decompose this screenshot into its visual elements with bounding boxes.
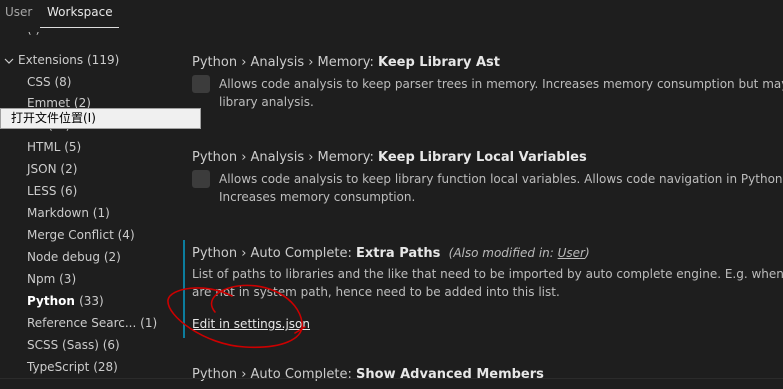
toc-item-label: Reference Searc...	[27, 316, 137, 330]
toc-item-count: (28)	[93, 360, 118, 374]
setting-title: Python › Auto Complete: Show Advanced Me…	[192, 366, 783, 384]
setting-key: Show Advanced Members	[356, 367, 544, 382]
setting-title: Python › Analysis › Memory: Keep Library…	[192, 54, 783, 72]
toc-item-count: (6)	[102, 338, 120, 352]
setting-description-line: Increases memory consumption.	[219, 190, 416, 204]
setting-title: Python › Analysis › Memory: Keep Library…	[192, 149, 783, 167]
toc-item-count: (2)	[60, 162, 78, 176]
setting-checkbox[interactable]	[192, 75, 210, 93]
toc-item-count: (2)	[103, 250, 121, 264]
toc-item-count: (119)	[87, 53, 120, 67]
toc-item-label: Python	[27, 294, 75, 308]
setting-description-line: are not in system path, hence need to be…	[192, 285, 560, 299]
setting-key: Keep Library Ast	[378, 55, 500, 70]
toc-item-merge-conflict[interactable]: Merge Conflict (4)	[27, 227, 135, 243]
also-modified-note: (Also modified in: User)	[449, 246, 590, 260]
setting-title: Python › Auto Complete: Extra Paths (Als…	[192, 244, 783, 263]
toc-item-reference-search[interactable]: Reference Searc... (1)	[27, 315, 157, 331]
toc-item-npm[interactable]: Npm (3)	[27, 271, 76, 287]
also-modified-prefix: (Also modified in:	[448, 246, 558, 260]
toc-item-label: LESS	[27, 184, 57, 198]
also-modified-suffix: )	[584, 246, 590, 260]
setting-checkbox[interactable]	[192, 170, 210, 188]
toc-item-less[interactable]: LESS (6)	[27, 183, 77, 199]
setting-keep-library-ast: Python › Analysis › Memory: Keep Library…	[192, 54, 783, 111]
settings-scope-tabs: User Workspace	[0, 0, 783, 28]
setting-category: Python › Analysis › Memory:	[192, 55, 378, 70]
setting-description-line: List of paths to libraries and the like …	[192, 267, 783, 281]
toc-item-count: (1)	[140, 316, 158, 330]
tab-user[interactable]: User	[5, 3, 32, 21]
context-menu-item-open-file-location[interactable]: 打开文件位置(I)	[0, 108, 201, 129]
toc-item-label: SCSS (Sass)	[27, 338, 99, 352]
setting-category: Python › Auto Complete:	[192, 246, 357, 261]
setting-show-advanced-members: Python › Auto Complete: Show Advanced Me…	[192, 366, 783, 384]
toc-item-count: (4)	[117, 228, 135, 242]
toc-item-count: (1)	[92, 206, 110, 220]
setting-description-line: Allows code analysis to keep library fun…	[219, 172, 783, 186]
settings-list: Python › Analysis › Memory: Keep Library…	[178, 28, 783, 389]
setting-extra-paths: Python › Auto Complete: Extra Paths (Als…	[192, 244, 783, 333]
setting-category: Python › Auto Complete:	[192, 367, 357, 382]
toc-item-typescript[interactable]: TypeScript (28)	[27, 359, 118, 375]
setting-description-line: library analysis.	[219, 95, 314, 109]
toc-item-count: (33)	[79, 294, 104, 308]
toc-item-count: (6)	[60, 184, 78, 198]
setting-key: Keep Library Local Variables	[378, 150, 587, 165]
setting-description-line: Allows code analysis to keep parser tree…	[219, 77, 783, 91]
toc-item-label: CSS	[27, 75, 51, 89]
also-modified-user-link[interactable]: User	[558, 246, 585, 260]
edit-in-settings-json-link[interactable]: Edit in settings.json	[192, 317, 310, 331]
toc-item-label: TypeScript	[27, 360, 90, 374]
toc-item-json[interactable]: JSON (2)	[27, 161, 77, 177]
toc-item-html[interactable]: HTML (5)	[27, 139, 81, 155]
setting-keep-library-local-variables: Python › Analysis › Memory: Keep Library…	[192, 149, 783, 206]
toc-item-python[interactable]: Python (33)	[27, 293, 104, 309]
toc-item-label: JSON	[27, 162, 57, 176]
panel-divider	[0, 378, 783, 379]
toc-item-label: Extensions	[18, 53, 84, 67]
toc-item-label: Merge Conflict	[27, 228, 114, 242]
settings-editor: User Workspace ( ) Extensions (119) CSS …	[0, 0, 783, 389]
tab-workspace[interactable]: Workspace	[47, 3, 113, 21]
toc-item-count: (5)	[64, 140, 82, 154]
settings-toc: ( ) Extensions (119) CSS (8) Emmet (2) G…	[0, 28, 178, 389]
toc-item-markdown[interactable]: Markdown (1)	[27, 205, 110, 221]
toc-item-count: (8)	[54, 75, 72, 89]
toc-item-label: Npm	[27, 272, 56, 286]
toc-item-label: Node debug	[27, 250, 100, 264]
toc-item-label: HTML	[27, 140, 61, 154]
clipped-item: ( )	[27, 32, 87, 38]
setting-category: Python › Analysis › Memory:	[192, 150, 378, 165]
setting-key: Extra Paths	[356, 246, 441, 261]
toc-item-css[interactable]: CSS (8)	[27, 74, 71, 90]
toc-item-label: Markdown	[27, 206, 89, 220]
chevron-down-icon	[4, 58, 14, 64]
toc-item-count: (3)	[59, 272, 77, 286]
toc-item-extensions[interactable]: Extensions (119)	[4, 52, 119, 68]
toc-item-scss[interactable]: SCSS (Sass) (6)	[27, 337, 120, 353]
toc-item-node-debug[interactable]: Node debug (2)	[27, 249, 121, 265]
